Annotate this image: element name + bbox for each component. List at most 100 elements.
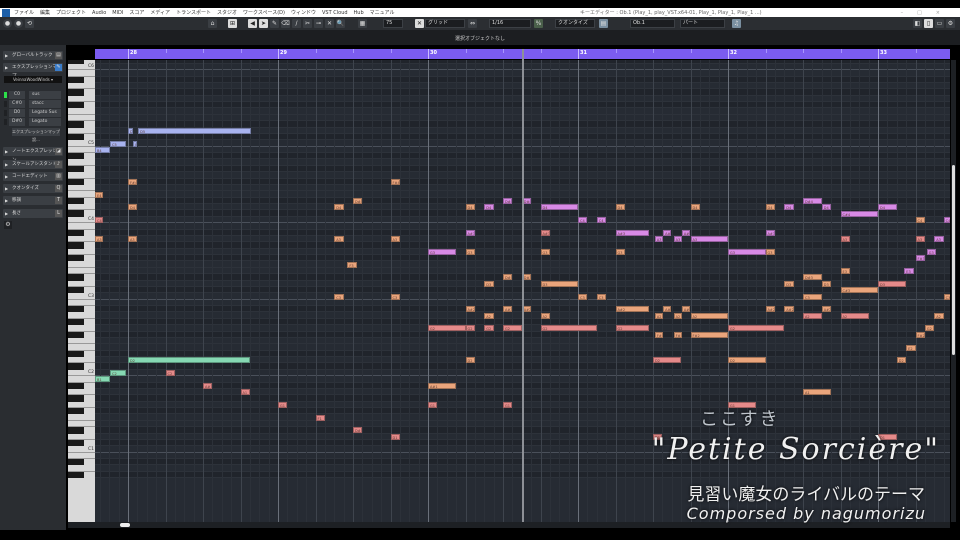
menu-hub[interactable]: Hub bbox=[354, 10, 364, 16]
midi-note[interactable]: A#2 bbox=[784, 306, 794, 313]
midi-note[interactable]: D3 bbox=[878, 280, 907, 287]
menu-media[interactable]: メディア bbox=[150, 9, 170, 16]
midi-note[interactable]: F1 bbox=[315, 414, 325, 421]
note-expression-section[interactable]: ノートエクスプレッション◪ bbox=[3, 147, 63, 163]
midi-note[interactable]: C4 bbox=[915, 217, 925, 223]
white-key[interactable] bbox=[68, 236, 95, 243]
midi-note[interactable]: D4 bbox=[128, 204, 138, 211]
black-key[interactable] bbox=[68, 121, 84, 128]
grid-type-select[interactable]: グリッド bbox=[425, 19, 465, 28]
vertical-scrollbar[interactable] bbox=[951, 60, 956, 522]
expression-map-setup-button[interactable]: エクスプレッションマップ設... bbox=[12, 128, 60, 142]
midi-note[interactable]: F#3 bbox=[915, 255, 925, 262]
midi-note[interactable]: G3 bbox=[765, 248, 775, 255]
midi-note[interactable]: D3 bbox=[540, 280, 578, 287]
articulation-row[interactable]: C#0 stacc bbox=[4, 100, 64, 108]
black-key[interactable] bbox=[68, 286, 84, 294]
midi-note[interactable]: D2 bbox=[465, 357, 475, 364]
midi-note[interactable]: D#4 bbox=[503, 197, 513, 204]
white-key[interactable] bbox=[68, 108, 95, 115]
midi-note[interactable]: A3 bbox=[690, 236, 728, 243]
white-key[interactable] bbox=[68, 70, 95, 77]
midi-note[interactable]: D#4 bbox=[353, 197, 363, 204]
black-key[interactable] bbox=[68, 102, 84, 109]
white-key[interactable] bbox=[68, 147, 95, 154]
midi-note[interactable]: A#2 bbox=[465, 306, 475, 313]
inspector-settings-gear-icon[interactable]: ⚙ bbox=[4, 221, 12, 229]
midi-note[interactable]: D4 bbox=[690, 204, 700, 211]
midi-note[interactable]: D4 bbox=[765, 204, 775, 211]
midi-note[interactable]: G3 bbox=[428, 248, 457, 255]
auto-scroll-icon[interactable]: ⌂ bbox=[208, 19, 217, 28]
part-select[interactable]: パート bbox=[680, 19, 725, 28]
midi-note[interactable]: E4 bbox=[95, 191, 103, 198]
midi-note[interactable]: G1 bbox=[428, 401, 438, 408]
black-key[interactable] bbox=[68, 165, 84, 173]
velocity-field[interactable]: 75 bbox=[383, 19, 403, 28]
midi-note[interactable]: B4 bbox=[95, 146, 110, 153]
black-key[interactable] bbox=[68, 306, 84, 313]
track-select[interactable]: Ob.1 bbox=[630, 19, 675, 28]
vertical-scroll-thumb[interactable] bbox=[952, 165, 955, 355]
length-section[interactable]: 長さ L bbox=[3, 209, 63, 218]
midi-note[interactable]: G2 bbox=[503, 325, 522, 332]
white-key[interactable] bbox=[68, 281, 95, 287]
midi-note[interactable]: D#4 bbox=[803, 197, 822, 204]
midi-note[interactable]: C3 bbox=[943, 293, 950, 300]
midi-note[interactable]: D2 bbox=[728, 357, 766, 364]
midi-note[interactable]: G2 bbox=[924, 325, 935, 332]
midi-note[interactable]: G3 bbox=[926, 248, 937, 255]
horizontal-scroll-thumb[interactable] bbox=[120, 523, 130, 527]
midi-note[interactable]: A#2 bbox=[681, 306, 691, 313]
erase-tool-icon[interactable]: ⌫ bbox=[281, 19, 290, 28]
midi-note[interactable]: A2 bbox=[654, 312, 664, 319]
midi-note[interactable]: D2 bbox=[128, 357, 250, 364]
white-key[interactable] bbox=[68, 249, 95, 256]
white-key[interactable] bbox=[68, 191, 95, 198]
white-key[interactable] bbox=[68, 344, 95, 351]
split-tool-icon[interactable]: ✂ bbox=[303, 19, 312, 28]
menu-project[interactable]: プロジェクト bbox=[56, 9, 86, 16]
white-key[interactable] bbox=[68, 185, 95, 192]
midi-note[interactable]: G3 bbox=[465, 248, 475, 255]
midi-note[interactable]: A2 bbox=[803, 312, 822, 319]
white-key[interactable] bbox=[68, 434, 95, 440]
midi-note[interactable]: A3 bbox=[334, 236, 344, 243]
midi-note[interactable]: A2 bbox=[484, 312, 494, 319]
menu-score[interactable]: スコア bbox=[129, 9, 144, 16]
midi-note[interactable]: F#2 bbox=[654, 331, 664, 338]
menu-audio[interactable]: Audio bbox=[92, 10, 106, 16]
midi-note[interactable]: C#4 bbox=[840, 210, 878, 217]
midi-note[interactable]: A2 bbox=[673, 312, 682, 319]
midi-note[interactable]: G2 bbox=[428, 325, 466, 332]
midi-note[interactable]: F#2 bbox=[915, 331, 925, 338]
left-zone-icon[interactable]: ◧ bbox=[913, 19, 922, 28]
piano-keyboard[interactable]: C6 C5 C4 C3 C2 C1 bbox=[68, 60, 95, 522]
white-key[interactable] bbox=[68, 325, 95, 332]
menu-transport[interactable]: トランスポート bbox=[176, 9, 211, 16]
pointer-tool-icon[interactable]: ➤ bbox=[259, 19, 268, 28]
midi-note[interactable]: A2 bbox=[690, 312, 728, 319]
black-key[interactable] bbox=[68, 459, 84, 466]
midi-note[interactable]: E3 bbox=[840, 268, 850, 274]
midi-note[interactable]: D3 bbox=[784, 280, 794, 287]
black-key[interactable] bbox=[68, 60, 84, 64]
midi-note[interactable]: A#1 bbox=[203, 382, 213, 389]
white-key[interactable] bbox=[68, 465, 95, 472]
midi-note[interactable]: A#2 bbox=[765, 306, 775, 313]
midi-note[interactable]: F3 bbox=[347, 261, 357, 268]
menu-manual[interactable]: マニュアル bbox=[370, 9, 395, 16]
midi-note[interactable]: A3 bbox=[95, 236, 103, 243]
black-key[interactable] bbox=[68, 255, 84, 262]
quantize-preset-select[interactable]: クオンタイズ bbox=[555, 19, 595, 28]
black-key[interactable] bbox=[68, 274, 84, 281]
midi-note[interactable]: A#2 bbox=[615, 306, 650, 313]
white-key[interactable] bbox=[68, 128, 95, 134]
black-key[interactable] bbox=[68, 178, 84, 185]
midi-note[interactable]: A3 bbox=[654, 236, 664, 243]
midi-note[interactable]: F#2 bbox=[673, 331, 682, 338]
black-key[interactable] bbox=[68, 408, 84, 415]
black-key[interactable] bbox=[68, 471, 84, 479]
midi-note[interactable]: G2 bbox=[615, 325, 650, 332]
midi-note[interactable]: C3 bbox=[596, 293, 607, 300]
